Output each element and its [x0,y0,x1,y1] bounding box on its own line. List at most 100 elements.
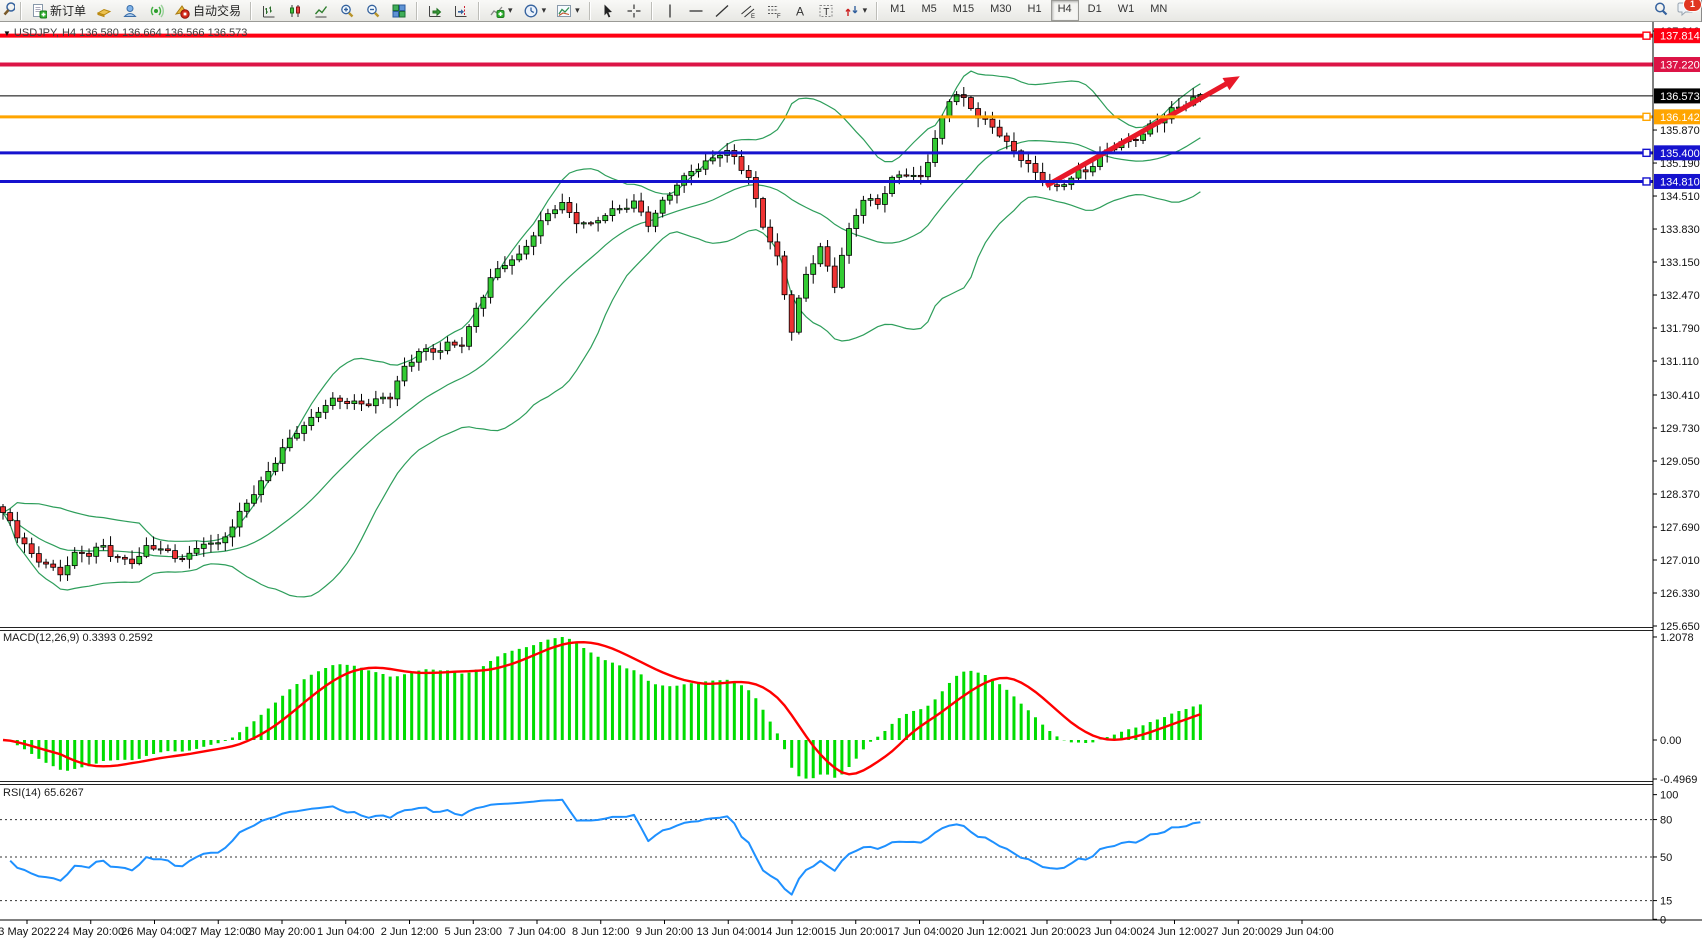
line-drag-handle[interactable] [1643,32,1650,39]
candle-body [316,412,321,417]
time-tick-label: 20 Jun 12:00 [951,926,1015,938]
toolbar-separator [478,2,480,20]
tile-windows-button[interactable] [387,2,411,20]
crosshair-tool-button[interactable] [622,2,646,20]
candle-body [337,398,342,401]
candle-body [782,256,787,295]
chat-button[interactable]: 1 [1677,1,1695,20]
candle-body [323,406,328,413]
candle-body [531,236,536,246]
market-watch-button[interactable] [92,2,116,20]
candle-body [968,98,973,109]
templates-button[interactable]: ▾ [552,2,584,20]
candle-body [459,345,464,346]
line-drag-handle[interactable] [1643,149,1650,156]
collapse-triangle-icon[interactable]: ▼ [3,29,11,38]
new-order-button[interactable]: 新订单 [27,2,90,20]
vertical-line-tool-button[interactable] [658,2,682,20]
price-tick-label: 129.730 [1660,423,1700,435]
auto-scroll-button[interactable] [423,2,447,20]
timeframe-button-m15[interactable]: M15 [946,0,981,21]
chevron-down-icon: ▾ [575,6,580,15]
candle-body [610,209,615,216]
timeframe-button-m5[interactable]: M5 [914,0,943,21]
candle-body [416,351,421,362]
line-chart-mode-button[interactable] [309,2,333,20]
price-tick-label: 130.410 [1660,390,1700,402]
candle-body [890,177,895,193]
arrows-tool-button[interactable]: ▾ [840,2,872,20]
text-tool-button[interactable]: A [788,2,812,20]
chart-bg [0,22,1702,943]
profile-button[interactable] [118,2,142,20]
equidistant-channel-tool-button[interactable]: E [736,2,760,20]
line-drag-handle[interactable] [1643,178,1650,185]
candle-body [165,549,170,551]
timeframe-button-m30[interactable]: M30 [983,0,1018,21]
candle-body [567,202,572,212]
time-tick-label: 8 Jun 12:00 [572,926,630,938]
candle-body [560,202,565,209]
candle-body [768,227,773,242]
magnifier-edge-icon[interactable] [2,1,15,20]
search-icon[interactable] [1653,1,1669,20]
timeframe-button-m1[interactable]: M1 [883,0,912,21]
candle-body [502,265,507,268]
periods-button[interactable]: ▾ [519,2,551,20]
candle-body [431,349,436,353]
candle-body [847,229,852,256]
candle-body [603,216,608,221]
chart-shift-button[interactable] [449,2,473,20]
toolbar-separator [250,2,252,20]
chart-area[interactable]: 137.910135.870135.190134.510133.830133.1… [0,22,1702,943]
candle-body [467,327,472,347]
price-tick-label: 129.050 [1660,456,1700,468]
chart-canvas[interactable]: 137.910135.870135.190134.510133.830133.1… [0,22,1702,943]
candle-body [990,119,995,127]
candle-body [144,546,149,557]
autotrading-button[interactable]: 自动交易 [170,2,245,20]
candle-body [381,397,386,399]
trendline-tool-button[interactable] [710,2,734,20]
zoom-in-button[interactable] [335,2,359,20]
candle-body [115,557,120,558]
candle-body [424,349,429,352]
indicators-button[interactable]: ▾ [485,2,517,20]
candle-body [8,513,13,521]
timeframe-button-w1[interactable]: W1 [1111,0,1142,21]
candle-body [574,212,579,223]
horizontal-line-tool-button[interactable] [684,2,708,20]
rsi-axis-label: 15 [1660,896,1672,908]
candle-body [940,117,945,139]
chevron-down-icon: ▾ [863,6,868,15]
candle-body [588,223,593,224]
timeframe-button-d1[interactable]: D1 [1081,0,1109,21]
candle-body [933,138,938,162]
candle-body [1083,170,1088,172]
timeframe-button-mn[interactable]: MN [1143,0,1174,21]
cursor-tool-button[interactable] [596,2,620,20]
price-tick-label: 127.010 [1660,555,1700,567]
candle-body [302,426,307,434]
candle-body [373,399,378,406]
candle-body [1062,185,1067,187]
timeframe-button-h4[interactable]: H4 [1051,0,1079,21]
candle-body [689,171,694,175]
candle-body [1026,160,1031,163]
candle-body [402,366,407,381]
zoom-out-button[interactable] [361,2,385,20]
svg-text:E: E [751,14,755,19]
candle-body [631,201,636,208]
fibonacci-tool-button[interactable]: F [762,2,786,20]
bar-chart-mode-button[interactable] [257,2,281,20]
text-label-tool-button[interactable]: T [814,2,838,20]
candle-body [710,158,715,161]
candlestick-mode-button[interactable] [283,2,307,20]
candle-body [553,210,558,214]
signal-button[interactable] [144,2,168,20]
candle-body [280,448,285,464]
candle-body [1011,141,1016,151]
time-tick-label: 27 Jun 20:00 [1206,926,1270,938]
line-drag-handle[interactable] [1643,113,1650,120]
timeframe-button-h1[interactable]: H1 [1021,0,1049,21]
